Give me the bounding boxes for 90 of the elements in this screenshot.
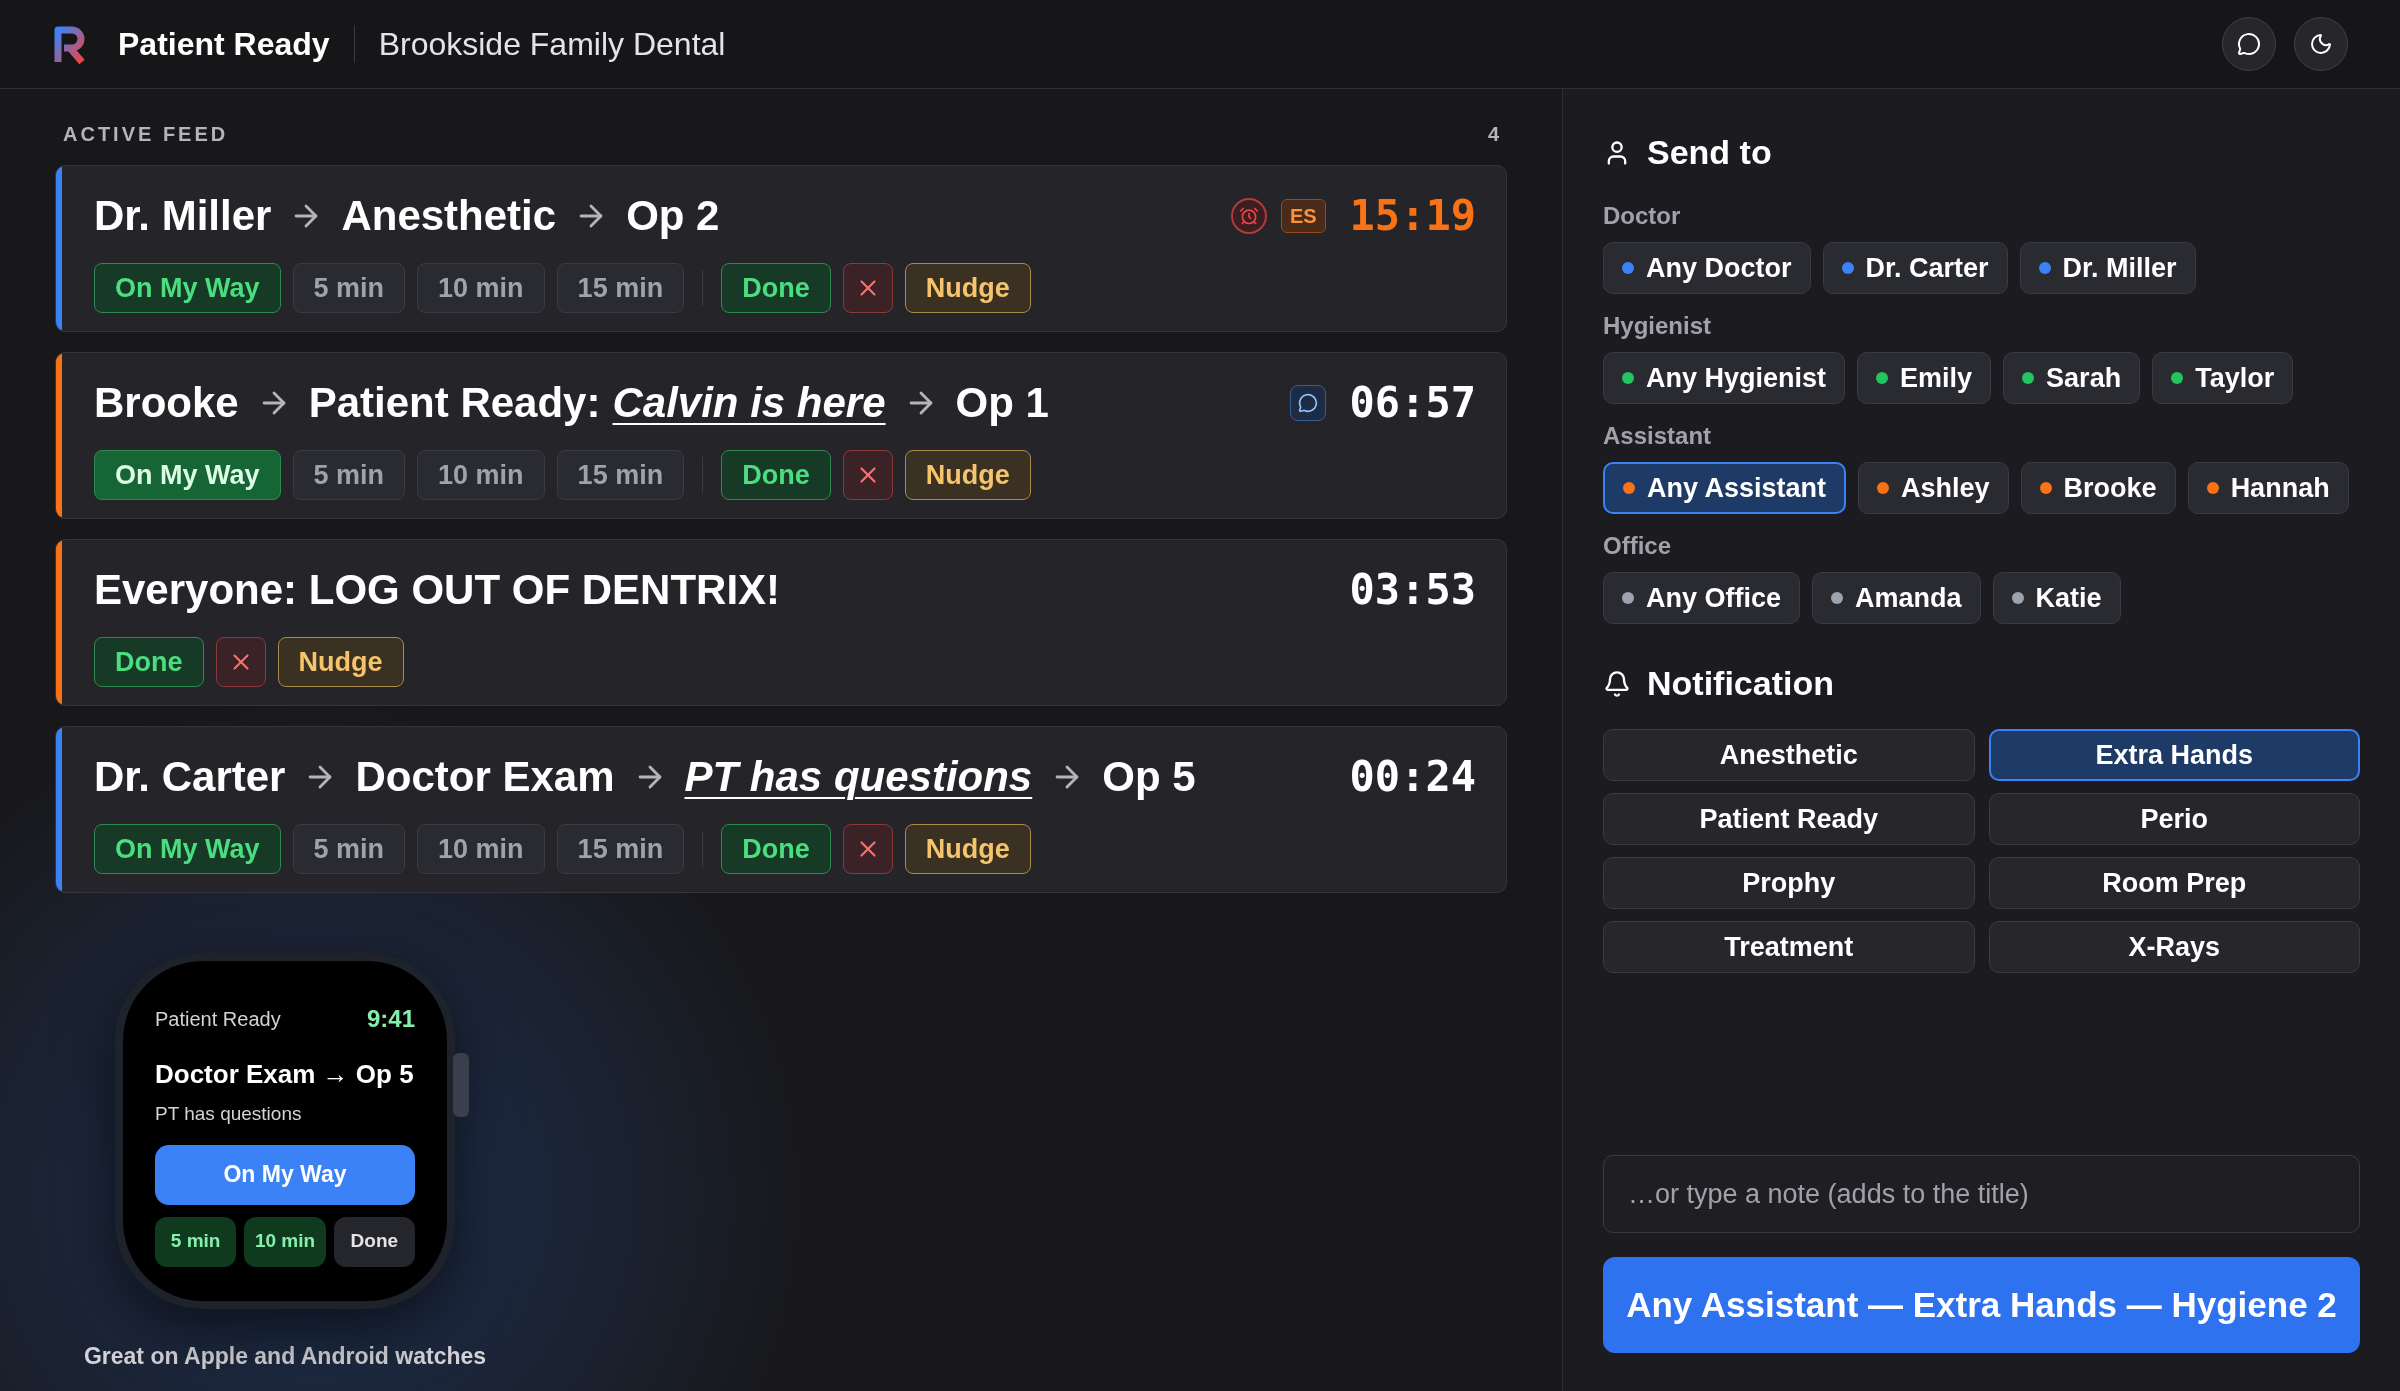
watch-title: Doctor Exam → Op 5 [155,1058,415,1091]
watch-time: 9:41 [366,1004,415,1034]
time-button[interactable]: 10 min [417,450,545,500]
timer: 06:57 [1349,377,1476,429]
theme-toggle-button[interactable] [2294,17,2348,71]
time-button[interactable]: 10 min [417,824,545,874]
time-button[interactable]: 5 min [292,450,406,500]
notification-option[interactable]: X-Rays [1988,921,2360,973]
notification-option[interactable]: Room Prep [1988,857,2360,909]
dismiss-button[interactable] [842,263,893,313]
time-button[interactable]: 10 min [417,263,545,313]
done-button[interactable]: Done [721,824,831,874]
notification-option[interactable]: Prophy [1603,857,1975,909]
dismiss-button[interactable] [215,637,266,687]
nudge-button[interactable]: Nudge [904,450,1031,500]
recipient-chip[interactable]: Hannah [2187,462,2349,514]
time-button[interactable]: 5 min [292,824,406,874]
title-text: Everyone: LOG OUT OF DENTRIX! [94,564,781,615]
send-button[interactable]: Any Assistant — Extra Hands — Hygiene 2 [1603,1257,2360,1353]
language-badge: ES [1280,198,1326,233]
title-text: Dr. Miller [94,190,272,241]
chat-button[interactable] [2222,17,2276,71]
title-text: Op 2 [626,190,720,241]
dismiss-button[interactable] [842,450,893,500]
recipient-chip[interactable]: Any Hygienist [1603,352,1846,404]
practice-name: Brookside Family Dental [378,25,726,64]
notification-option[interactable]: Treatment [1603,921,1975,973]
title-text: Doctor Exam [355,751,615,802]
bell-icon [1603,669,1631,698]
group-label: Doctor [1603,201,1682,231]
recipient-chip[interactable]: Taylor [2152,352,2294,404]
notification-option[interactable]: Anesthetic [1603,729,1975,781]
recipient-chip[interactable]: Dr. Miller [2019,242,2196,294]
on-my-way-button[interactable]: On My Way [94,263,281,313]
watch-done-button[interactable]: Done [333,1216,415,1267]
recipient-chip[interactable]: Any Office [1603,572,1801,624]
app-name: Patient Ready [118,25,330,64]
nudge-button[interactable]: Nudge [904,263,1031,313]
recipient-chip[interactable]: Amanda [1812,572,1981,624]
note-text: Calvin is here [612,377,886,428]
watch-time-button[interactable]: 5 min [155,1216,237,1267]
on-my-way-button[interactable]: On My Way [94,450,281,500]
nudge-button[interactable]: Nudge [277,637,404,687]
recipient-chip[interactable]: Sarah [2003,352,2141,404]
dismiss-button[interactable] [842,824,893,874]
done-button[interactable]: Done [721,450,831,500]
title-text: Brooke [94,377,239,428]
recipient-chip[interactable]: Katie [1992,572,2121,624]
done-button[interactable]: Done [721,263,831,313]
group-label: Office [1603,531,1672,561]
watch-app-name: Patient Ready [155,1007,281,1032]
title-text: Patient Ready: [308,377,601,428]
time-button[interactable]: 15 min [556,824,685,874]
feed-count: 4 [1487,122,1499,147]
feed-title: ACTIVE FEED [63,122,229,147]
on-my-way-button[interactable]: On My Way [94,824,281,874]
recipient-chip[interactable]: Dr. Carter [1822,242,2008,294]
watch-on-my-way-button[interactable]: On My Way [155,1144,415,1205]
recipient-chip[interactable]: Any Doctor [1603,242,1811,294]
title-text: Op 5 [1102,751,1196,802]
notification-option[interactable]: Patient Ready [1603,793,1975,845]
recipient-chip[interactable]: Emily [1857,352,1992,404]
timer: 15:19 [1349,190,1476,242]
moon-icon [2309,32,2333,56]
done-button[interactable]: Done [94,637,204,687]
chat-icon [2237,32,2261,56]
group-label: Hygienist [1603,311,1713,341]
section-title: Notification [1647,663,1834,704]
watch-subtitle: PT has questions [155,1102,303,1126]
note-text: PT has questions [684,751,1033,802]
time-button[interactable]: 5 min [292,263,406,313]
group-label: Assistant [1603,421,1713,451]
time-button[interactable]: 15 min [556,450,685,500]
recipient-chip[interactable]: Any Assistant [1603,462,1847,514]
recipient-chip[interactable]: Ashley [1858,462,2009,514]
notification-option[interactable]: Extra Hands [1988,729,2360,781]
nudge-button[interactable]: Nudge [904,824,1031,874]
watch-caption: Great on Apple and Android watches [83,1342,487,1371]
title-text: Dr. Carter [94,751,286,802]
timer: 03:53 [1349,564,1476,616]
notification-option[interactable]: Perio [1988,793,2360,845]
watch-time-button[interactable]: 10 min [244,1216,326,1267]
recipient-chip[interactable]: Brooke [2020,462,2176,514]
note-field[interactable]: …or type a note (adds to the title) [1603,1155,2360,1233]
timer: 00:24 [1349,751,1476,803]
title-text: Anesthetic [341,190,557,241]
watch-crown [453,1053,469,1117]
section-title: Send to [1647,132,1772,173]
time-button[interactable]: 15 min [556,263,685,313]
title-text: Op 1 [955,377,1049,428]
